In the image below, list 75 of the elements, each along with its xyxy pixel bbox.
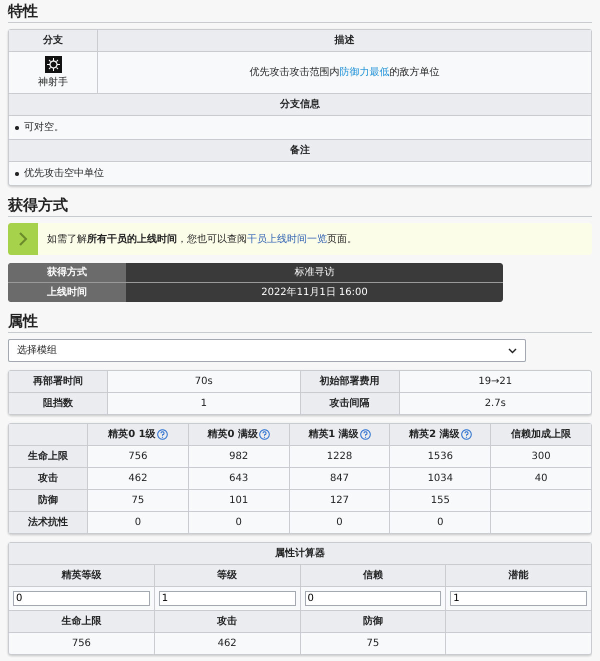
column-header: 描述 xyxy=(97,30,591,51)
help-icon[interactable] xyxy=(460,429,472,440)
row-header: 攻击间隔 xyxy=(300,393,398,414)
notice-text: 如需了解所有干员的上线时间，您也可以查阅干员上线时间一览页面。 xyxy=(46,232,357,246)
table-cell-text: 2022年11月1日 16:00 xyxy=(260,286,369,300)
table-cell: 2.7s xyxy=(398,393,591,414)
row-header: 上线时间 xyxy=(8,283,126,302)
input-field[interactable]: 1 xyxy=(450,591,587,606)
table-cell: 643 xyxy=(229,472,248,485)
table-cell: 75 xyxy=(366,637,380,650)
row-header: 攻击 xyxy=(9,468,87,489)
table-cell-text: 标准寻访 xyxy=(294,266,336,280)
table-cell: 40 xyxy=(534,472,548,485)
row-header: 生命上限 xyxy=(9,446,87,467)
row-header: 法术抗性 xyxy=(9,512,87,533)
section-heading: 获得方式 xyxy=(8,194,592,217)
column-header: 信赖加成上限 xyxy=(511,428,572,441)
table-cell: 0 xyxy=(236,516,242,529)
section-header: 备注 xyxy=(289,143,311,158)
module-dropdown[interactable]: 选择模组 xyxy=(8,339,526,362)
branch-name: 神射手 xyxy=(38,76,68,89)
table-cell: 101 xyxy=(229,494,248,507)
table-cell: 127 xyxy=(330,494,350,507)
column-header: 精英1 满级 xyxy=(308,428,359,441)
section-heading: 属性 xyxy=(8,310,592,333)
column-header: 精英0 满级 xyxy=(207,428,258,441)
bullet-icon xyxy=(15,172,19,176)
table-cell: 300 xyxy=(532,450,551,463)
row-header: 防御 xyxy=(9,490,87,511)
table-cell: 1536 xyxy=(428,450,454,463)
table-cell: 982 xyxy=(229,450,248,463)
table-cell: 0 xyxy=(134,516,142,529)
table-cell: 1034 xyxy=(428,472,454,485)
column-header: 潜能 xyxy=(445,565,591,586)
crosshair-icon xyxy=(44,56,62,73)
column-header: 攻击 xyxy=(217,615,238,628)
section-header: 分支信息 xyxy=(278,98,321,112)
trait-description: 优先攻击攻击范围内防御力最低的敌方单位 xyxy=(250,66,440,79)
column-header: 精英2 满级 xyxy=(409,428,460,441)
panel-title: 属性计算器 xyxy=(274,546,326,561)
table-cell: 155 xyxy=(430,494,450,507)
branch-info-item: 可对空。 xyxy=(24,121,64,134)
column-header: 信赖 xyxy=(300,565,446,586)
input-field[interactable]: 1 xyxy=(158,591,296,606)
column-header: 防御 xyxy=(362,615,383,628)
table-cell: 462 xyxy=(218,637,237,650)
chevron-down-icon xyxy=(508,348,517,354)
input-field[interactable]: 0 xyxy=(13,591,150,606)
row-header: 初始部署费用 xyxy=(300,371,398,392)
table-cell: 756 xyxy=(72,637,91,650)
section-heading: 特性 xyxy=(8,0,592,23)
table-cell: 19→21 xyxy=(398,371,591,392)
row-header: 阻挡数 xyxy=(9,393,107,414)
column-header: 精英等级 xyxy=(60,568,102,583)
chevron-right-icon xyxy=(18,231,28,247)
table-cell: 75 xyxy=(132,494,144,507)
row-header: 获得方式 xyxy=(8,263,126,282)
note-item: 优先攻击空中单位 xyxy=(24,167,104,180)
table-cell: 847 xyxy=(330,472,350,485)
input-field[interactable]: 0 xyxy=(304,591,442,606)
column-header: 生命上限 xyxy=(61,615,102,628)
table-cell: 1228 xyxy=(326,450,352,463)
column-header: 等级 xyxy=(154,565,300,586)
table-cell: 462 xyxy=(128,472,148,485)
column-header: 分支 xyxy=(42,34,64,48)
help-icon[interactable] xyxy=(360,429,371,440)
bullet-icon xyxy=(15,126,19,130)
table-cell: 0 xyxy=(336,516,343,529)
help-icon[interactable] xyxy=(258,429,270,440)
help-icon[interactable] xyxy=(156,429,168,440)
notice-link[interactable]: 干员上线时间一览 xyxy=(247,234,327,244)
row-header: 再部署时间 xyxy=(9,371,107,392)
table-cell: 0 xyxy=(437,516,444,529)
table-cell: 756 xyxy=(128,450,148,463)
column-header: 精英0 1级 xyxy=(108,428,156,441)
